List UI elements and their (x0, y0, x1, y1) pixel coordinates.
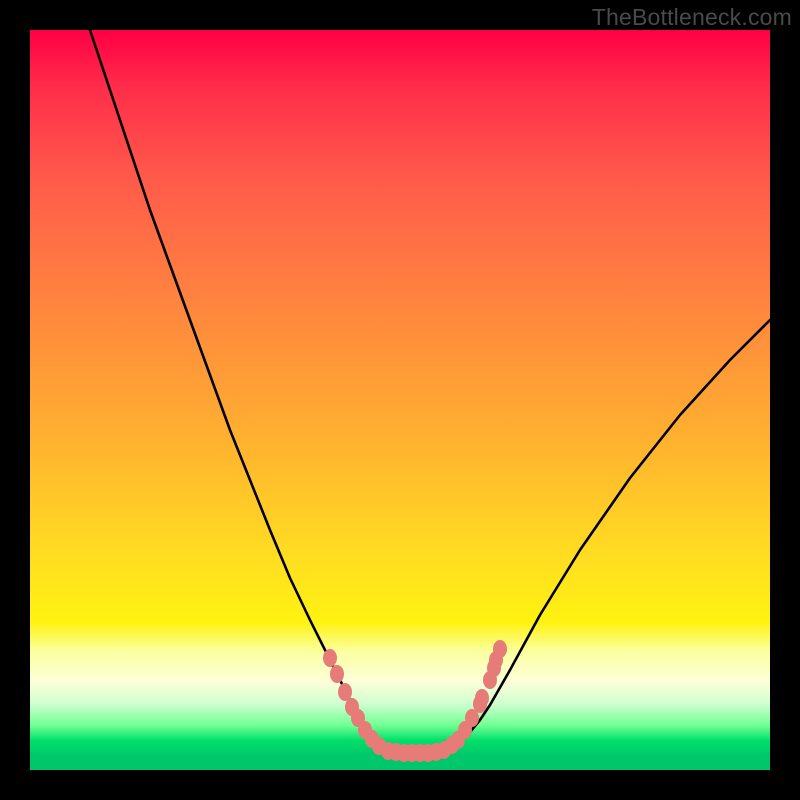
marker-left (323, 649, 337, 667)
curve-group (90, 30, 770, 753)
chart-frame: TheBottleneck.com (0, 0, 800, 800)
marker-left (330, 665, 344, 683)
marker-right (475, 689, 489, 707)
plot-area (30, 30, 770, 770)
curve-right-branch (450, 320, 770, 748)
watermark-text: TheBottleneck.com (592, 4, 792, 31)
curve-left-branch (90, 30, 385, 748)
data-markers (323, 640, 507, 762)
marker-left (338, 683, 352, 701)
marker-right (493, 640, 507, 658)
bottleneck-curve-svg (30, 30, 770, 770)
